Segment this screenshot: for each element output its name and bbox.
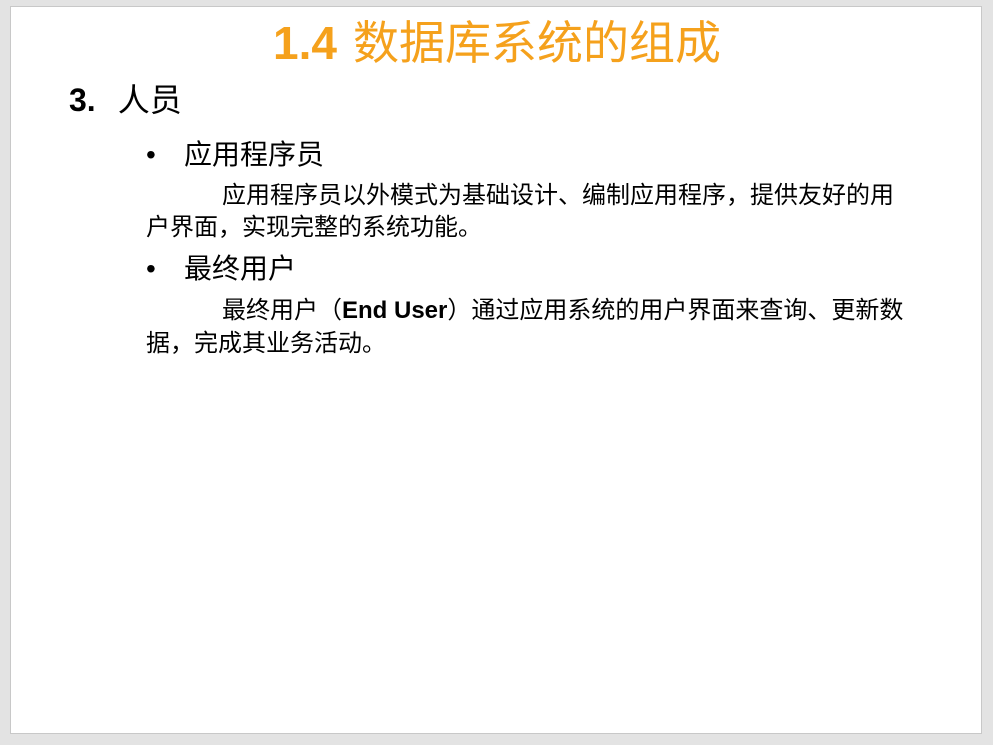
bullet-icon: • — [146, 139, 156, 170]
section-label: 人员 — [117, 81, 182, 119]
bullet-item-programmer: • 应用程序员 — [146, 137, 324, 173]
paragraph-text-before: 最终用户（ — [222, 296, 342, 324]
title-text: 数据库系统的组成 — [352, 16, 721, 70]
slide: 1.4 数据库系统的组成 3. 人员 • 应用程序员 应用程序员以外模式为基础设计、… — [10, 6, 982, 734]
title-number: 1.4 — [273, 17, 337, 69]
section-heading: 3. 人员 — [69, 79, 182, 121]
bullet-icon: • — [146, 253, 156, 284]
section-number: 3. — [69, 82, 96, 118]
paragraph-programmer: 应用程序员以外模式为基础设计、编制应用程序，提供友好的用户界面，实现完整的系统功… — [146, 181, 894, 241]
bullet-heading: 最终用户 — [184, 252, 297, 285]
slide-title: 1.4 数据库系统的组成 — [11, 15, 983, 71]
bullet-item-end-user: • 最终用户 — [146, 251, 296, 287]
paragraph-end-user: 最终用户（End User）通过应用系统的用户界面来查询、更新数据，完成其业务活… — [146, 294, 916, 359]
bullet-heading: 应用程序员 — [184, 138, 325, 171]
paragraph-text-latin: End User — [342, 297, 448, 324]
slide-frame: 1.4 数据库系统的组成 3. 人员 • 应用程序员 应用程序员以外模式为基础设计、… — [0, 0, 993, 745]
